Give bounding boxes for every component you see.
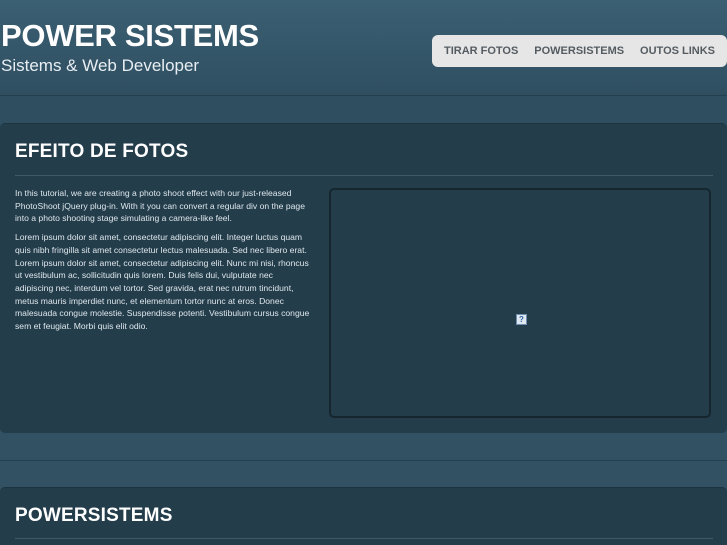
- section-powersistems: POWERSISTEMS: [0, 487, 727, 545]
- section-separator: [0, 460, 727, 461]
- section-title: EFEITO DE FOTOS: [15, 141, 189, 162]
- intro-paragraph: In this tutorial, we are creating a phot…: [15, 188, 305, 224]
- site-header: POWER SISTEMS Sistems & Web Developer TI…: [0, 0, 727, 96]
- site-title[interactable]: POWER SISTEMS: [1, 18, 259, 54]
- nav-item-tirar-fotos[interactable]: TIRAR FOTOS: [444, 45, 518, 57]
- site-tagline: Sistems & Web Developer: [1, 56, 200, 75]
- section-text: In this tutorial, we are creating a phot…: [15, 187, 313, 339]
- page: POWER SISTEMS Sistems & Web Developer TI…: [0, 0, 727, 545]
- nav-item-powersistems[interactable]: POWERSISTEMS: [534, 45, 624, 57]
- photo-shoot-stage[interactable]: ?: [329, 188, 711, 418]
- section-title: POWERSISTEMS: [15, 505, 173, 526]
- nav-item-outos-links[interactable]: OUTOS LINKS: [640, 45, 715, 57]
- lorem-paragraph: Lorem ipsum dolor sit amet, consectetur …: [15, 232, 310, 332]
- section-divider: [15, 175, 713, 176]
- broken-image-icon: ?: [516, 314, 527, 325]
- section-efeito-de-fotos: EFEITO DE FOTOS In this tutorial, we are…: [0, 123, 727, 433]
- section-divider: [15, 538, 713, 539]
- main-nav: TIRAR FOTOS POWERSISTEMS OUTOS LINKS: [432, 35, 727, 67]
